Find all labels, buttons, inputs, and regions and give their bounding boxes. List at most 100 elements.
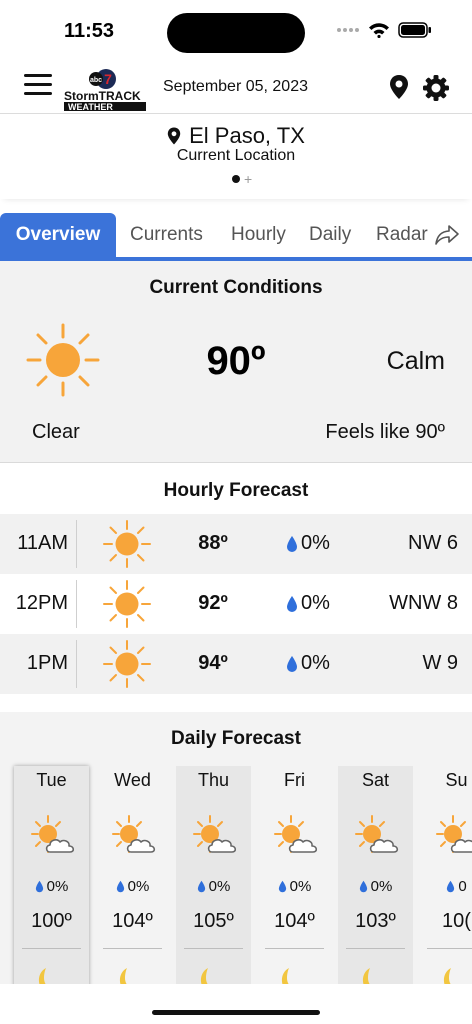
menu-button[interactable] bbox=[24, 74, 52, 100]
logo-text-top: StormTRACK bbox=[64, 89, 141, 103]
wifi-icon bbox=[369, 23, 389, 38]
tab-currents[interactable]: Currents bbox=[130, 213, 203, 257]
hour-time: 12PM bbox=[15, 592, 68, 614]
status-icons bbox=[336, 22, 432, 38]
hour-precip-value: 0% bbox=[301, 532, 330, 554]
hour-temperature: 92º bbox=[198, 592, 228, 614]
current-temperature: 90º bbox=[206, 339, 266, 383]
day-name: Fri bbox=[284, 770, 305, 790]
day-divider bbox=[103, 948, 162, 949]
daily-day-column[interactable]: Thu 0% 105º bbox=[176, 766, 251, 984]
day-name: Thu bbox=[197, 770, 230, 790]
tab-bar: Overview Currents Hourly Daily Radar bbox=[0, 213, 472, 261]
day-high-temp: 100º bbox=[31, 910, 72, 932]
hour-time: 11AM bbox=[17, 532, 68, 554]
hour-divider bbox=[76, 640, 77, 688]
hour-wind: NW 6 bbox=[408, 532, 458, 554]
daily-day-column[interactable]: Fri 0% 104º bbox=[257, 766, 332, 984]
daily-day-column[interactable]: Sat 0% 103º bbox=[338, 766, 413, 984]
partly-cloudy-icon bbox=[355, 815, 399, 853]
current-feels-like: Feels like 90º bbox=[325, 421, 445, 443]
daily-forecast-panel[interactable]: Daily Forecast Tue 0% 100º Wed 0% 104º Thu 0% 10… bbox=[0, 712, 472, 984]
raindrop-icon bbox=[116, 880, 124, 893]
status-time: 11:53 bbox=[64, 20, 115, 42]
tab-radar[interactable]: Radar bbox=[376, 213, 460, 257]
sun-icon bbox=[26, 323, 100, 397]
hourly-forecast-title: Hourly Forecast bbox=[163, 480, 309, 501]
day-divider bbox=[427, 948, 472, 949]
tab-daily[interactable]: Daily bbox=[309, 213, 351, 257]
hour-temperature: 94º bbox=[198, 652, 228, 674]
day-precip-value: 0 bbox=[458, 878, 467, 895]
hour-precip-value: 0% bbox=[301, 652, 330, 674]
raindrop-icon bbox=[287, 655, 297, 672]
moon-cloud-icon bbox=[282, 968, 289, 984]
hour-time: 1PM bbox=[26, 652, 68, 674]
hour-temperature: 88º bbox=[198, 532, 228, 554]
day-divider bbox=[346, 948, 405, 949]
day-high-temp: 104º bbox=[112, 910, 153, 932]
day-name: Su bbox=[445, 770, 468, 790]
menu-line bbox=[24, 83, 52, 86]
hour-precipitation: 0% bbox=[286, 532, 330, 555]
hourly-row[interactable]: 1PM 94º 0% W 9 bbox=[0, 634, 472, 694]
raindrop-icon bbox=[35, 880, 43, 893]
moon-cloud-icon bbox=[39, 968, 46, 984]
day-precipitation: 0% bbox=[14, 878, 89, 895]
day-high-temp: 103º bbox=[355, 910, 396, 932]
day-precip-value: 0% bbox=[208, 878, 231, 895]
day-high-temp: 10( bbox=[442, 910, 471, 932]
sun-icon bbox=[103, 640, 151, 688]
hourly-forecast-panel[interactable]: Hourly Forecast 11AM 88º 0% NW 6 12PM 92… bbox=[0, 464, 472, 712]
location-city: El Paso, TX bbox=[189, 123, 305, 148]
partly-cloudy-icon bbox=[274, 815, 318, 853]
hour-wind: W 9 bbox=[422, 652, 458, 674]
location-row[interactable]: El Paso, TX bbox=[0, 123, 472, 149]
daily-day-column[interactable]: Su 0 10( bbox=[419, 766, 472, 984]
daily-day-column[interactable]: Wed 0% 104º bbox=[95, 766, 170, 984]
day-high-temp: 105º bbox=[193, 910, 234, 932]
partly-cloudy-icon bbox=[112, 815, 156, 853]
day-precip-value: 0% bbox=[370, 878, 393, 895]
raindrop-icon bbox=[287, 595, 297, 612]
hour-precipitation: 0% bbox=[286, 652, 330, 675]
sun-icon bbox=[103, 520, 151, 568]
moon-cloud-icon bbox=[201, 968, 208, 984]
raindrop-icon bbox=[197, 880, 205, 893]
day-divider bbox=[265, 948, 324, 949]
day-divider bbox=[184, 948, 243, 949]
day-precipitation: 0% bbox=[338, 878, 413, 895]
current-wind: Calm bbox=[386, 347, 445, 375]
raindrop-icon bbox=[287, 535, 297, 552]
daily-day-column[interactable]: Tue 0% 100º bbox=[14, 766, 89, 984]
menu-line bbox=[24, 92, 52, 95]
hour-precip-value: 0% bbox=[301, 592, 330, 614]
day-name: Wed bbox=[114, 770, 151, 790]
tab-overview[interactable]: Overview bbox=[0, 213, 116, 257]
pager-add-location[interactable]: + bbox=[244, 172, 252, 186]
app-header: abc 7 StormTRACK WEATHER September 05, 2… bbox=[0, 62, 472, 114]
home-indicator[interactable] bbox=[152, 1010, 320, 1015]
hour-divider bbox=[76, 580, 77, 628]
tab-hourly[interactable]: Hourly bbox=[231, 213, 286, 257]
day-precipitation: 0 bbox=[419, 878, 472, 895]
sun-icon bbox=[103, 580, 151, 628]
dynamic-island bbox=[167, 13, 305, 53]
partly-cloudy-icon bbox=[193, 815, 237, 853]
home-indicator-area bbox=[0, 984, 472, 1024]
location-pin-icon[interactable] bbox=[388, 74, 410, 100]
stormtrack-logo: abc 7 StormTRACK WEATHER bbox=[64, 69, 146, 112]
logo-text-bottom: WEATHER bbox=[68, 102, 113, 112]
location-pager[interactable]: + bbox=[232, 172, 252, 186]
day-name: Sat bbox=[361, 770, 390, 790]
pager-dot-active bbox=[232, 175, 240, 183]
current-conditions-panel: Current Conditions 90º Calm Clear Feels … bbox=[0, 261, 472, 463]
hourly-row[interactable]: 11AM 88º 0% NW 6 bbox=[0, 514, 472, 574]
day-name: Tue bbox=[36, 770, 67, 790]
location-panel: El Paso, TX Current Location bbox=[0, 115, 472, 199]
daily-forecast-title: Daily Forecast bbox=[171, 728, 301, 749]
moon-cloud-icon bbox=[444, 968, 451, 984]
gear-icon[interactable] bbox=[422, 74, 450, 102]
day-precipitation: 0% bbox=[257, 878, 332, 895]
hourly-row[interactable]: 12PM 92º 0% WNW 8 bbox=[0, 574, 472, 634]
